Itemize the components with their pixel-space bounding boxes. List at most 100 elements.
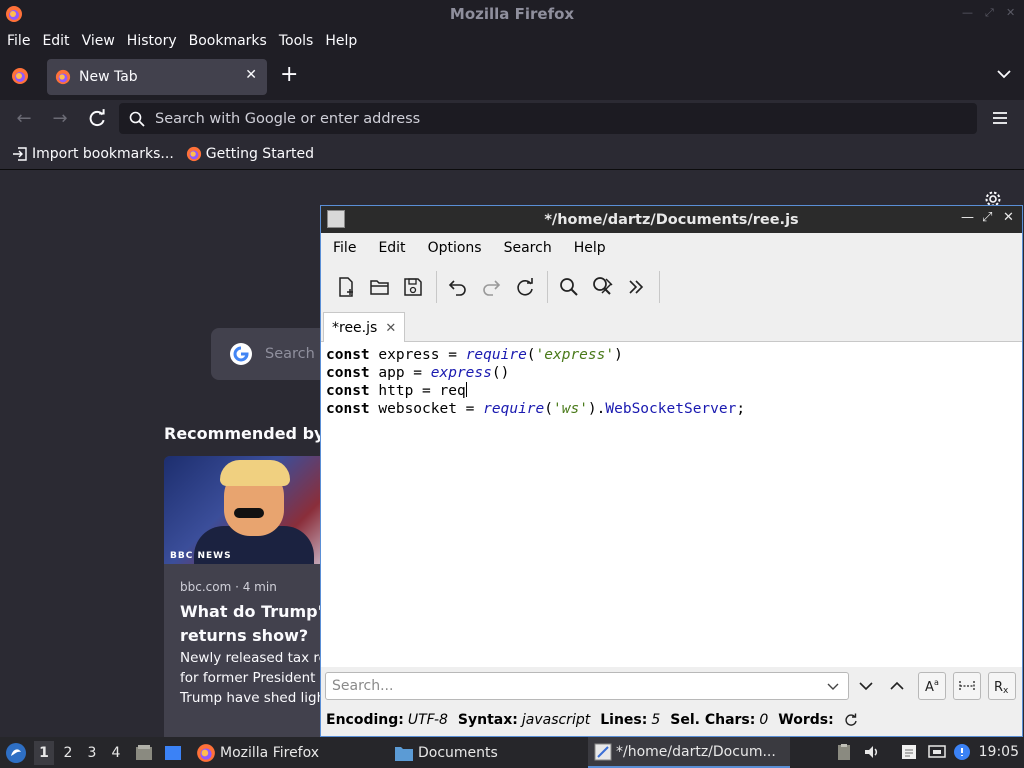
code-editor[interactable]: const express = require('express') const… [321, 342, 1022, 667]
menu-help[interactable]: Help [321, 33, 361, 49]
redo-icon[interactable] [478, 274, 504, 300]
hamburger-menu-icon[interactable] [992, 111, 1008, 125]
network-icon[interactable] [928, 743, 946, 761]
close-icon[interactable]: ✕ [1003, 210, 1014, 225]
notes-icon[interactable] [900, 743, 918, 761]
mousepad-titlebar[interactable]: */home/dartz/Documents/ree.js — ⤢ ✕ [321, 206, 1022, 233]
reload-icon[interactable] [86, 108, 108, 130]
firefox-logo-icon [6, 6, 22, 22]
maximize-icon[interactable]: ⤢ [985, 6, 994, 20]
firefox-favicon-icon [55, 69, 71, 85]
svg-text:A: A [925, 680, 934, 695]
minimize-icon[interactable]: — [962, 6, 973, 19]
refresh-icon[interactable] [844, 713, 858, 727]
menu-tools[interactable]: Tools [275, 33, 318, 49]
menu-bookmarks[interactable]: Bookmarks [185, 33, 271, 49]
task-mousepad[interactable]: */home/dartz/Docum... [588, 737, 790, 768]
workspace-3[interactable]: 3 [82, 741, 102, 765]
start-menu-icon[interactable] [5, 742, 27, 764]
firefox-favicon-icon [186, 146, 201, 161]
lines-value: 5 [651, 712, 661, 728]
menu-file[interactable]: File [325, 240, 364, 256]
document-tabs: *ree.js ✕ [321, 310, 1022, 343]
menu-help[interactable]: Help [566, 240, 614, 256]
toolbar-separator [547, 271, 548, 303]
task-documents[interactable]: Documents [388, 737, 580, 768]
code-line: const express = require('express') [326, 347, 623, 363]
url-bar[interactable]: Search with Google or enter address [119, 103, 977, 134]
text-editor-icon [594, 743, 612, 760]
menu-view[interactable]: View [78, 33, 119, 49]
new-tab-button[interactable]: + [280, 62, 298, 87]
search-input[interactable]: Search... [325, 672, 849, 700]
encoding-label: Encoding: [326, 712, 404, 728]
forward-arrow-icon[interactable]: → [49, 108, 71, 130]
task-label: */home/dartz/Docum... [616, 743, 776, 760]
more-chevrons-icon[interactable] [623, 274, 649, 300]
google-search-placeholder: Search v [265, 346, 329, 362]
story-excerpt: Newly released tax ret for former Presid… [180, 650, 333, 706]
minimize-icon[interactable]: — [961, 210, 974, 225]
status-bar: Encoding: UTF-8 Syntax: javascript Lines… [321, 706, 1022, 734]
new-document-icon[interactable] [333, 274, 359, 300]
back-arrow-icon[interactable]: ← [13, 108, 35, 130]
story-card[interactable]: BBC NEWS bbc.com · 4 min What do Trump's… [164, 456, 344, 737]
tab-ree-js[interactable]: *ree.js ✕ [323, 312, 406, 343]
undo-icon[interactable] [445, 274, 471, 300]
menu-search[interactable]: Search [496, 240, 560, 256]
search-previous-button[interactable] [883, 672, 911, 700]
code-line: const websocket = require('ws').WebSocke… [326, 401, 746, 417]
search-icon [129, 111, 145, 127]
close-icon[interactable]: ✕ [1006, 6, 1015, 19]
workspace-1[interactable]: 1 [34, 741, 54, 765]
whole-word-icon [959, 681, 975, 691]
syntax-value[interactable]: javascript [522, 712, 590, 728]
syntax-label: Syntax: [457, 712, 518, 728]
menu-file[interactable]: File [3, 33, 34, 49]
chevron-down-icon[interactable] [826, 679, 840, 693]
menu-history[interactable]: History [123, 33, 181, 49]
menu-edit[interactable]: Edit [370, 240, 413, 256]
tab-new-tab[interactable]: New Tab ✕ [47, 59, 267, 95]
task-firefox[interactable]: Mozilla Firefox [190, 737, 380, 768]
story-source: bbc.com · 4 min [180, 580, 277, 594]
tab-close-icon[interactable]: ✕ [385, 321, 396, 336]
mousepad-window-title: */home/dartz/Documents/ree.js [544, 211, 799, 228]
lines-label: Lines: [600, 712, 648, 728]
folder-icon [395, 746, 413, 761]
recommended-heading: Recommended by P [164, 424, 342, 443]
search-next-button[interactable] [852, 672, 880, 700]
firefox-navbar: ← → Search with Google or enter address [0, 100, 1024, 138]
find-replace-icon[interactable] [590, 274, 616, 300]
whole-word-button[interactable] [953, 672, 981, 700]
workspace-4[interactable]: 4 [106, 741, 126, 765]
save-icon[interactable] [400, 274, 426, 300]
bookmark-getting-started[interactable]: Getting Started [186, 146, 314, 162]
maximize-icon[interactable]: ⤢ [982, 210, 992, 225]
search-bar: Search... Aa Rx [321, 668, 1022, 704]
update-info-icon[interactable] [953, 743, 971, 761]
firefox-logo-icon [197, 743, 215, 762]
clipboard-icon[interactable] [835, 743, 853, 761]
volume-icon[interactable] [863, 743, 881, 761]
tab-close-icon[interactable]: ✕ [245, 67, 257, 83]
file-manager-icon[interactable] [135, 744, 153, 762]
workspace-2[interactable]: 2 [58, 741, 78, 765]
chevron-down-icon[interactable] [996, 66, 1012, 82]
reload-icon[interactable] [512, 274, 538, 300]
firefox-view-icon[interactable] [11, 67, 29, 85]
svg-text:a: a [934, 678, 939, 687]
svg-text:x: x [1003, 686, 1009, 695]
desktop-icon[interactable] [164, 744, 182, 762]
menu-options[interactable]: Options [420, 240, 490, 256]
words-label: Words: [778, 712, 834, 728]
match-case-button[interactable]: Aa [918, 672, 946, 700]
regex-button[interactable]: Rx [988, 672, 1016, 700]
menu-edit[interactable]: Edit [38, 33, 73, 49]
bookmark-import[interactable]: Import bookmarks... [12, 146, 174, 162]
encoding-value[interactable]: UTF-8 [408, 712, 448, 728]
code-line: const http = req [326, 382, 467, 399]
firefox-menubar: File Edit View History Bookmarks Tools H… [0, 28, 1024, 54]
open-folder-icon[interactable] [367, 274, 393, 300]
search-icon[interactable] [556, 274, 582, 300]
